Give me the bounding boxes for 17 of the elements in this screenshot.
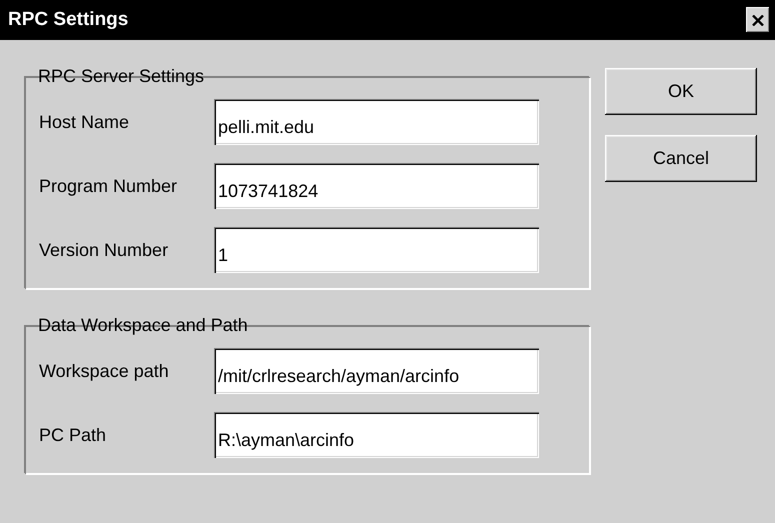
input-field[interactable]: pelli.mit.edu bbox=[214, 99, 539, 145]
input-field[interactable]: /mit/crlresearch/ayman/arcinfo bbox=[214, 348, 539, 394]
input-field[interactable]: 1 bbox=[214, 227, 539, 273]
dialog-button[interactable]: Cancel bbox=[605, 135, 757, 182]
close-button[interactable] bbox=[746, 7, 770, 33]
close-icon bbox=[752, 14, 764, 26]
window-title: RPC Settings bbox=[8, 9, 130, 31]
field-label: Host Name bbox=[39, 112, 130, 132]
dialog-button[interactable]: OK bbox=[605, 68, 757, 115]
group-title: RPC Server Settings bbox=[37, 66, 206, 87]
input-field[interactable]: R:\ayman\arcinfo bbox=[214, 412, 539, 458]
field-label: Program Number bbox=[39, 176, 178, 196]
input-field[interactable]: 1073741824 bbox=[214, 163, 539, 209]
field-label: PC Path bbox=[39, 424, 108, 446]
field-label: Workspace path bbox=[39, 360, 170, 382]
field-label: Version Number bbox=[39, 240, 170, 260]
group-title: Data Workspace and Path bbox=[37, 315, 249, 336]
